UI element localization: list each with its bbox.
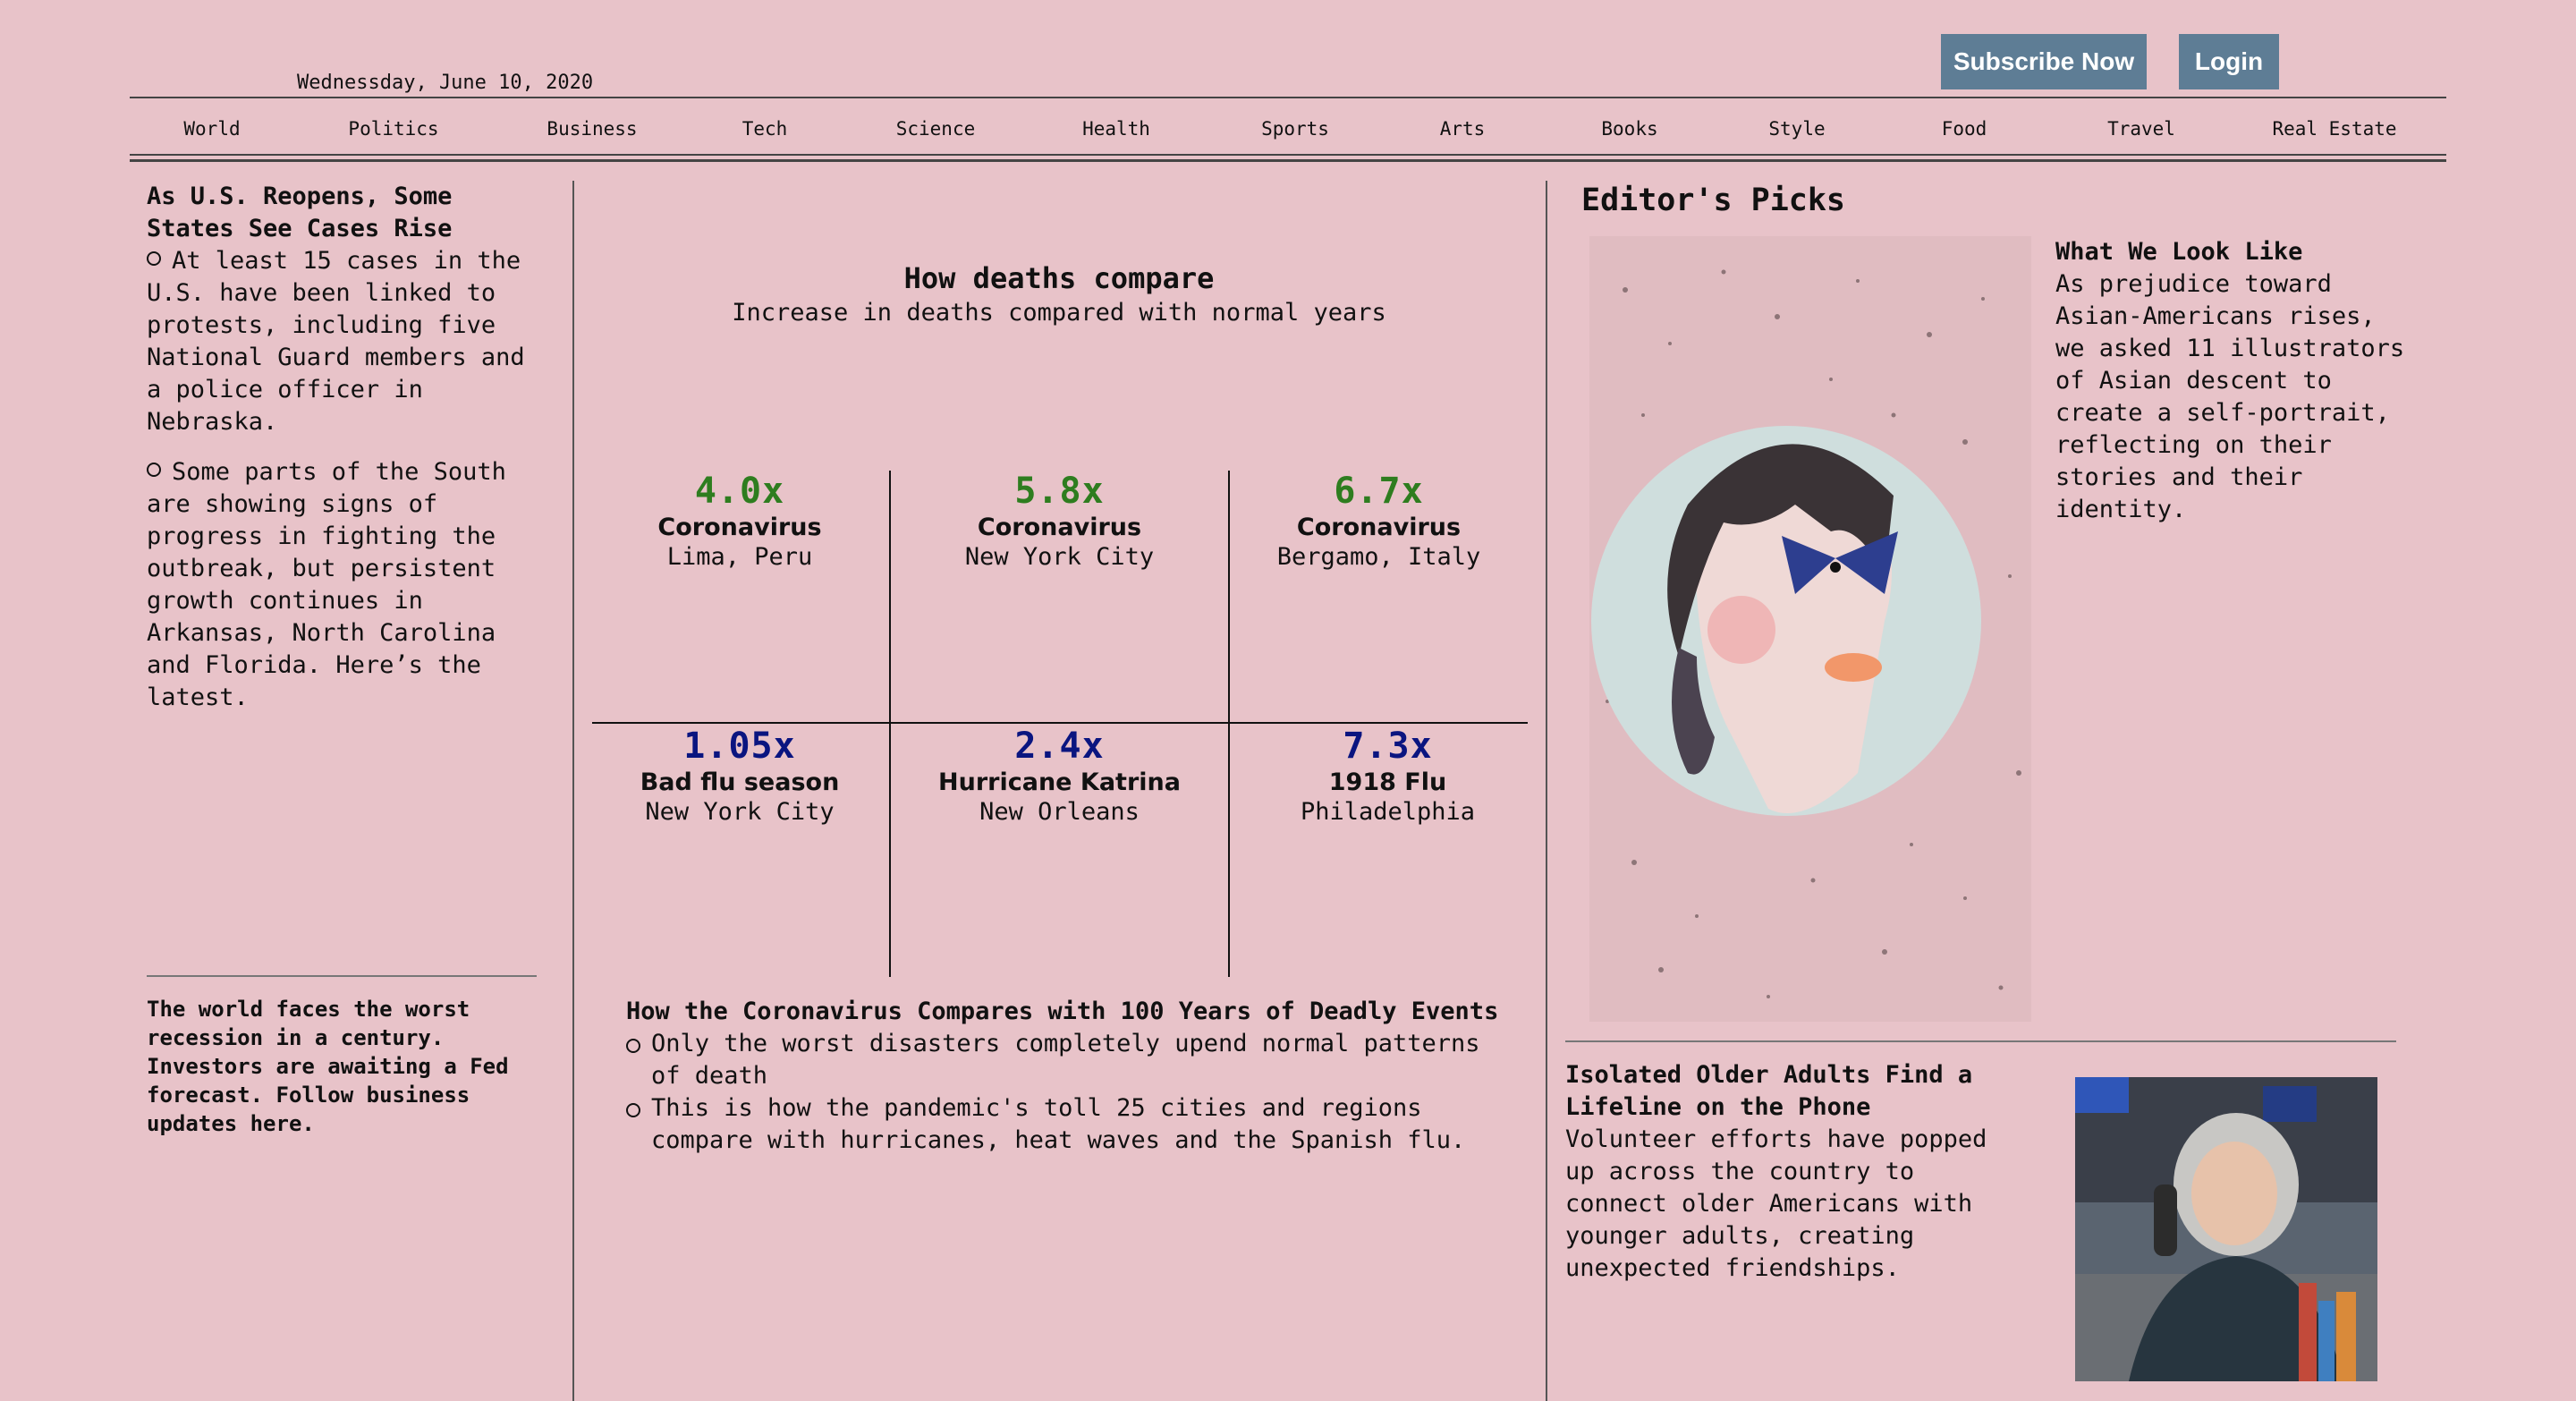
event-location: New York City bbox=[645, 798, 835, 826]
event-location: New York City bbox=[964, 543, 1155, 571]
event-name: Coronavirus bbox=[977, 514, 1142, 541]
pick-2: Isolated Older Adults Find a Lifeline on… bbox=[1565, 1059, 2030, 1285]
compare-story-title[interactable]: How the Coronavirus Compares with 100 Ye… bbox=[626, 996, 1521, 1028]
compare-cell-2: 5.8x Coronavirus New York City bbox=[891, 471, 1228, 571]
section-nav: World Politics Business Tech Science Health Sp… bbox=[130, 118, 2446, 149]
compare-story-bullet-2: This is how the pandemic's toll 25 citie… bbox=[626, 1092, 1521, 1157]
nav-item-health[interactable]: Health bbox=[1033, 118, 1199, 149]
nav-item-travel[interactable]: Travel bbox=[2060, 118, 2223, 149]
event-name: Coronavirus bbox=[1296, 514, 1462, 541]
nav-item-real-estate[interactable]: Real Estate bbox=[2223, 118, 2446, 149]
bullet-icon bbox=[626, 1103, 640, 1117]
event-location: Bergamo, Italy bbox=[1276, 543, 1481, 571]
pick2-title[interactable]: Isolated Older Adults Find a Lifeline on… bbox=[1565, 1059, 2030, 1124]
self-portrait-illustration[interactable] bbox=[1589, 236, 2031, 1022]
nav-item-tech[interactable]: Tech bbox=[691, 118, 838, 149]
pick1-title[interactable]: What We Look Like bbox=[2055, 236, 2413, 268]
compare-cell-6: 7.3x 1918 Flu Philadelphia bbox=[1230, 726, 1546, 826]
portrait-art bbox=[1591, 269, 2021, 998]
column-divider-left bbox=[572, 181, 574, 1401]
nav-item-food[interactable]: Food bbox=[1868, 118, 2060, 149]
multiplier: 5.8x bbox=[1014, 471, 1105, 512]
compare-cell-5: 2.4x Hurricane Katrina New Orleans bbox=[891, 726, 1228, 826]
cheek-blush bbox=[1707, 596, 1775, 664]
pick-1: What We Look Like As prejudice toward As… bbox=[2055, 236, 2413, 526]
event-name: Coronavirus bbox=[657, 514, 822, 541]
butterfly-body bbox=[1830, 562, 1841, 573]
compare-subtitle: Increase in deaths compared with normal … bbox=[732, 299, 1386, 327]
editors-picks-heading: Editor's Picks bbox=[1581, 183, 1846, 218]
compare-story: How the Coronavirus Compares with 100 Ye… bbox=[626, 996, 1521, 1157]
multiplier: 4.0x bbox=[694, 471, 785, 512]
multiplier: 1.05x bbox=[683, 726, 796, 767]
event-location: Lima, Peru bbox=[666, 543, 813, 571]
event-name: 1918 Flu bbox=[1328, 768, 1447, 796]
nav-item-sports[interactable]: Sports bbox=[1199, 118, 1391, 149]
left-headline[interactable]: As U.S. Reopens, Some States See Cases R… bbox=[147, 181, 540, 245]
grid-line-h bbox=[592, 722, 1528, 724]
compare-cell-1: 4.0x Coronavirus Lima, Peru bbox=[592, 471, 887, 571]
bullet-icon bbox=[626, 1039, 640, 1053]
compare-story-bullet-1: Only the worst disasters completely upen… bbox=[626, 1028, 1521, 1092]
nav-rule-bottom bbox=[130, 159, 2446, 162]
nav-item-politics[interactable]: Politics bbox=[294, 118, 493, 149]
lips bbox=[1825, 653, 1882, 682]
event-location: Philadelphia bbox=[1300, 798, 1476, 826]
column-divider-right bbox=[1546, 181, 1547, 1401]
event-name: Hurricane Katrina bbox=[938, 768, 1181, 796]
login-button[interactable]: Login bbox=[2179, 34, 2279, 89]
nav-rule-top bbox=[130, 154, 2446, 156]
pick2-body: Volunteer efforts have popped up across … bbox=[1565, 1125, 1987, 1282]
bullet-icon bbox=[147, 251, 161, 266]
left-divider bbox=[147, 975, 537, 977]
left-bottom-story[interactable]: The world faces the worst recession in a… bbox=[147, 995, 531, 1138]
compare-cell-3: 6.7x Coronavirus Bergamo, Italy bbox=[1230, 471, 1528, 571]
nav-item-books[interactable]: Books bbox=[1534, 118, 1725, 149]
subscribe-button[interactable]: Subscribe Now bbox=[1941, 34, 2147, 89]
left-story: As U.S. Reopens, Some States See Cases R… bbox=[147, 181, 540, 714]
compare-cell-4: 1.05x Bad flu season New York City bbox=[592, 726, 887, 826]
multiplier: 2.4x bbox=[1014, 726, 1105, 767]
nav-item-style[interactable]: Style bbox=[1725, 118, 1868, 149]
compare-title: How deaths compare bbox=[903, 261, 1215, 295]
photo-art bbox=[2075, 1077, 2377, 1381]
nav-item-business[interactable]: Business bbox=[493, 118, 691, 149]
event-name: Bad flu season bbox=[640, 768, 840, 796]
left-bullet-2: Some parts of the South are showing sign… bbox=[147, 458, 506, 711]
multiplier: 6.7x bbox=[1334, 471, 1424, 512]
left-bullet-1: At least 15 cases in the U.S. have been … bbox=[147, 247, 525, 436]
phone-call-photo[interactable] bbox=[2075, 1077, 2377, 1381]
date-line: Wednessday, June 10, 2020 bbox=[297, 72, 594, 94]
pick1-body: As prejudice toward Asian-Americans rise… bbox=[2055, 270, 2405, 523]
bullet-icon bbox=[147, 463, 161, 477]
nav-item-arts[interactable]: Arts bbox=[1391, 118, 1534, 149]
event-location: New Orleans bbox=[979, 798, 1140, 826]
header-rule bbox=[130, 97, 2446, 98]
multiplier: 7.3x bbox=[1343, 726, 1433, 767]
nav-item-world[interactable]: World bbox=[130, 118, 294, 149]
picks-divider bbox=[1565, 1040, 2396, 1042]
nav-item-science[interactable]: Science bbox=[838, 118, 1033, 149]
